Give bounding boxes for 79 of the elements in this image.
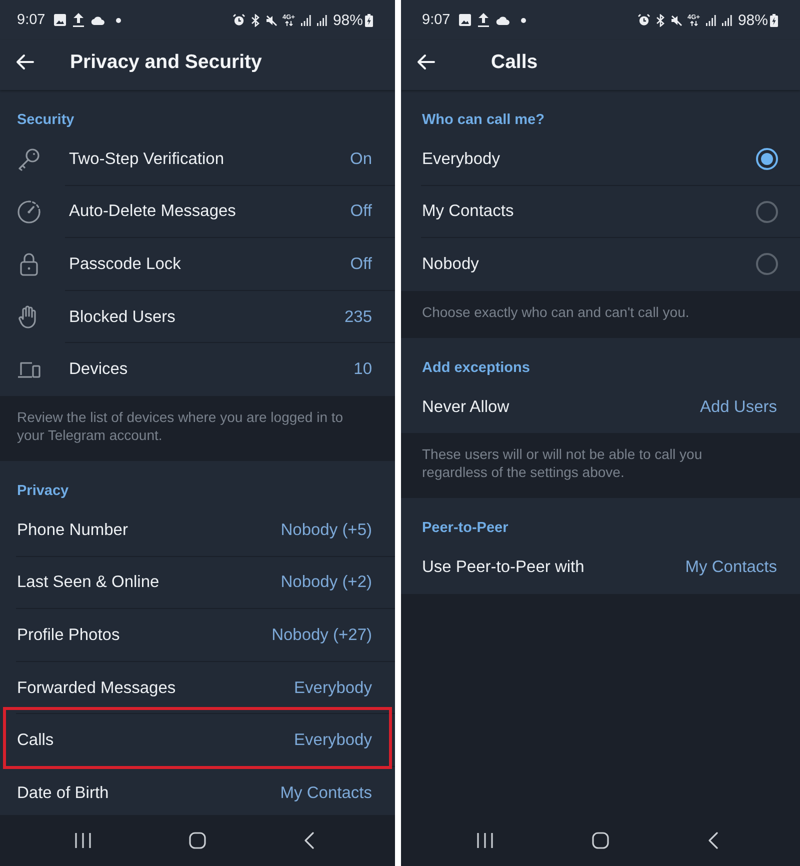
- setting-value: Off: [350, 202, 372, 222]
- back-arrow-icon[interactable]: [16, 54, 34, 70]
- image-icon: [459, 14, 472, 26]
- setting-label[interactable]: Last Seen & Online: [17, 573, 281, 592]
- cloud-icon: [91, 16, 106, 24]
- section-header: Privacy: [16, 482, 70, 501]
- alarm-icon: [638, 14, 650, 26]
- signal-icon: [300, 14, 311, 26]
- mute-icon: [670, 14, 682, 26]
- alarm-icon: [232, 14, 244, 26]
- setting-value: Everybody: [294, 678, 372, 698]
- setting-label[interactable]: Two-Step Verification: [69, 150, 350, 169]
- mute-icon: [266, 14, 276, 26]
- back-icon[interactable]: [708, 832, 718, 849]
- section-header: Add exceptions: [421, 358, 531, 378]
- setting-label[interactable]: Passcode Lock: [69, 254, 350, 274]
- battery-percent: 98%: [738, 12, 768, 28]
- setting-value: 10: [354, 360, 372, 380]
- radio-button[interactable]: [756, 148, 778, 170]
- radio-button[interactable]: [756, 253, 778, 276]
- timer-icon: [17, 200, 41, 224]
- option-label[interactable]: Nobody: [422, 254, 756, 274]
- setting-value: My Contacts: [685, 558, 777, 578]
- setting-value: Nobody (+5): [280, 520, 372, 540]
- section-header: Peer-to-Peer: [421, 519, 510, 538]
- battery-charging-icon: [770, 14, 778, 26]
- option-label[interactable]: My Contacts: [422, 202, 756, 222]
- setting-label[interactable]: Auto-Delete Messages: [69, 202, 350, 222]
- home-icon[interactable]: [592, 832, 609, 849]
- data-arrows-icon: [690, 21, 698, 26]
- signal-icon: [722, 14, 732, 26]
- recent-apps-icon[interactable]: [75, 832, 92, 849]
- setting-label[interactable]: Phone Number: [17, 520, 281, 540]
- setting-label[interactable]: Use Peer-to-Peer with: [422, 558, 686, 578]
- lock-icon: [17, 252, 41, 276]
- battery-percent: 98%: [332, 12, 363, 28]
- data-arrows-icon: [284, 21, 293, 26]
- setting-value: Off: [350, 254, 372, 274]
- key-icon: [17, 147, 41, 172]
- image-icon: [54, 14, 66, 26]
- section-note: Choose exactly who can and can't call you.: [421, 302, 690, 322]
- status-time: 9:07: [17, 12, 46, 28]
- home-icon[interactable]: [189, 832, 206, 849]
- setting-value: Add Users: [700, 398, 777, 417]
- setting-label[interactable]: Forwarded Messages: [17, 678, 294, 698]
- notification-dot-icon: [116, 18, 122, 22]
- radio-button[interactable]: [756, 200, 778, 223]
- setting-label[interactable]: Calls: [17, 731, 294, 750]
- back-arrow-icon[interactable]: [417, 54, 435, 70]
- setting-value: Nobody (+2): [280, 573, 372, 592]
- section-header: Who can call me?: [421, 111, 546, 130]
- notification-dot-icon: [521, 18, 526, 22]
- section-header: Security: [16, 111, 76, 130]
- bluetooth-icon: [250, 14, 260, 26]
- setting-value: 235: [344, 308, 372, 327]
- recent-apps-icon[interactable]: [476, 832, 493, 849]
- signal-icon: [706, 14, 716, 26]
- back-icon[interactable]: [304, 832, 314, 849]
- setting-value: On: [350, 150, 372, 169]
- setting-value: Nobody (+27): [272, 626, 372, 645]
- setting-label[interactable]: Blocked Users: [69, 308, 344, 327]
- battery-charging-icon: [365, 14, 373, 26]
- setting-value: Everybody: [294, 731, 372, 750]
- upload-icon: [73, 13, 84, 27]
- section-note: Review the list of devices where you are logged in to your Telegram account.: [16, 408, 344, 445]
- setting-value: My Contacts: [280, 784, 372, 803]
- option-label[interactable]: Everybody: [422, 150, 756, 169]
- upload-icon: [478, 13, 490, 27]
- setting-label[interactable]: Date of Birth: [17, 784, 280, 803]
- bluetooth-icon: [656, 14, 664, 26]
- signal-icon: [316, 14, 327, 26]
- setting-label[interactable]: Devices: [69, 360, 354, 380]
- screen-title: Privacy and Security: [70, 50, 262, 74]
- section-note: These users will or will not be able to call you regardless of the settings above.: [421, 445, 704, 482]
- status-time: 9:07: [422, 12, 450, 28]
- setting-label[interactable]: Profile Photos: [17, 626, 272, 645]
- cloud-icon: [496, 16, 510, 24]
- screen-title: Calls: [491, 50, 538, 74]
- setting-label[interactable]: Never Allow: [422, 398, 700, 417]
